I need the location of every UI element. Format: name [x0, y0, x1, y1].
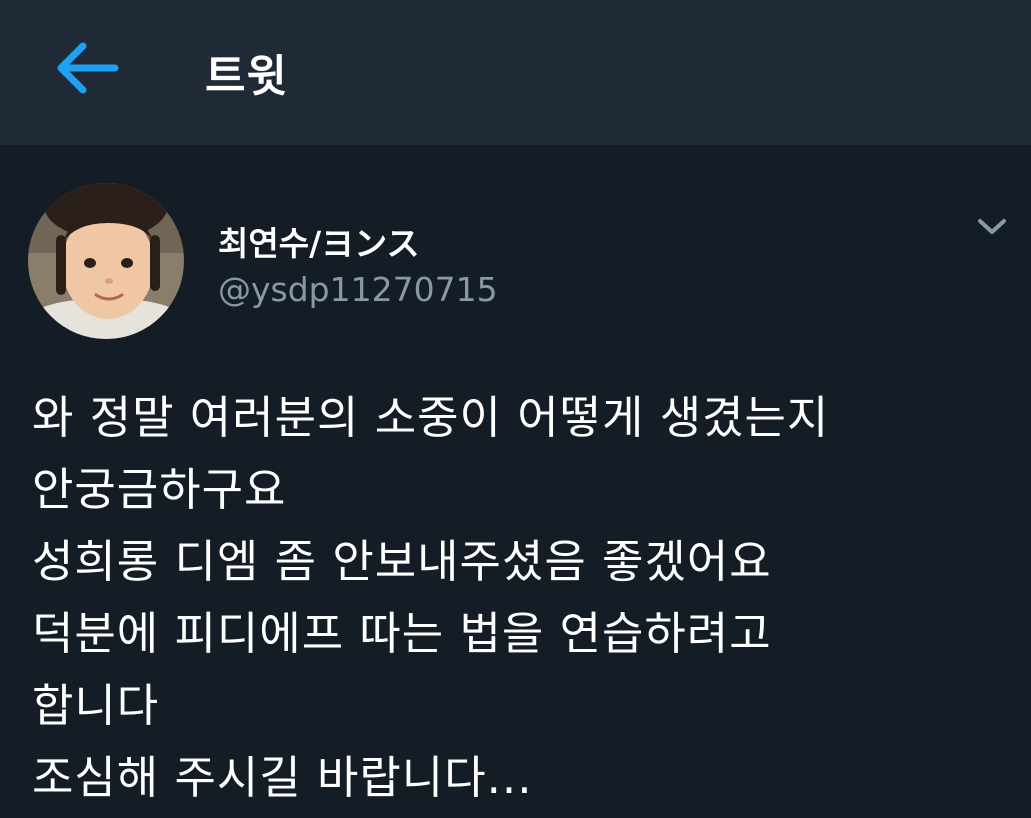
avatar-image [28, 183, 184, 339]
tweet-text-line: 와 정말 여러분의 소중이 어떻게 생겼는지 [32, 391, 830, 444]
chevron-down-icon [978, 219, 1006, 234]
tweet-text-line: 성희롱 디엠 좀 안보내주셨음 좋겠어요 [32, 535, 772, 588]
back-button[interactable] [46, 28, 126, 108]
tweet-body: 와 정말 여러분의 소중이 어떻게 생겼는지 안궁금하구요 성희롱 디엠 좀 안… [32, 382, 1017, 814]
author-display-name[interactable]: 최연수/ヨンス [218, 217, 419, 265]
top-app-bar: 트윗 [0, 0, 1031, 147]
avatar[interactable] [28, 183, 184, 339]
tweet-text-line: 덕분에 피디에프 따는 법을 연습하려고 [32, 607, 772, 660]
page-title: 트윗 [205, 51, 288, 102]
tweet-text-line: 합니다 [32, 679, 160, 732]
author-handle[interactable]: @ysdp11270715 [218, 270, 498, 309]
tweet-text-line: 조심해 주시길 바랍니다... [32, 751, 533, 804]
tweet-menu-button[interactable] [970, 205, 1014, 249]
tweet-text-line: 안궁금하구요 [32, 463, 287, 516]
arrow-left-icon [57, 42, 119, 94]
